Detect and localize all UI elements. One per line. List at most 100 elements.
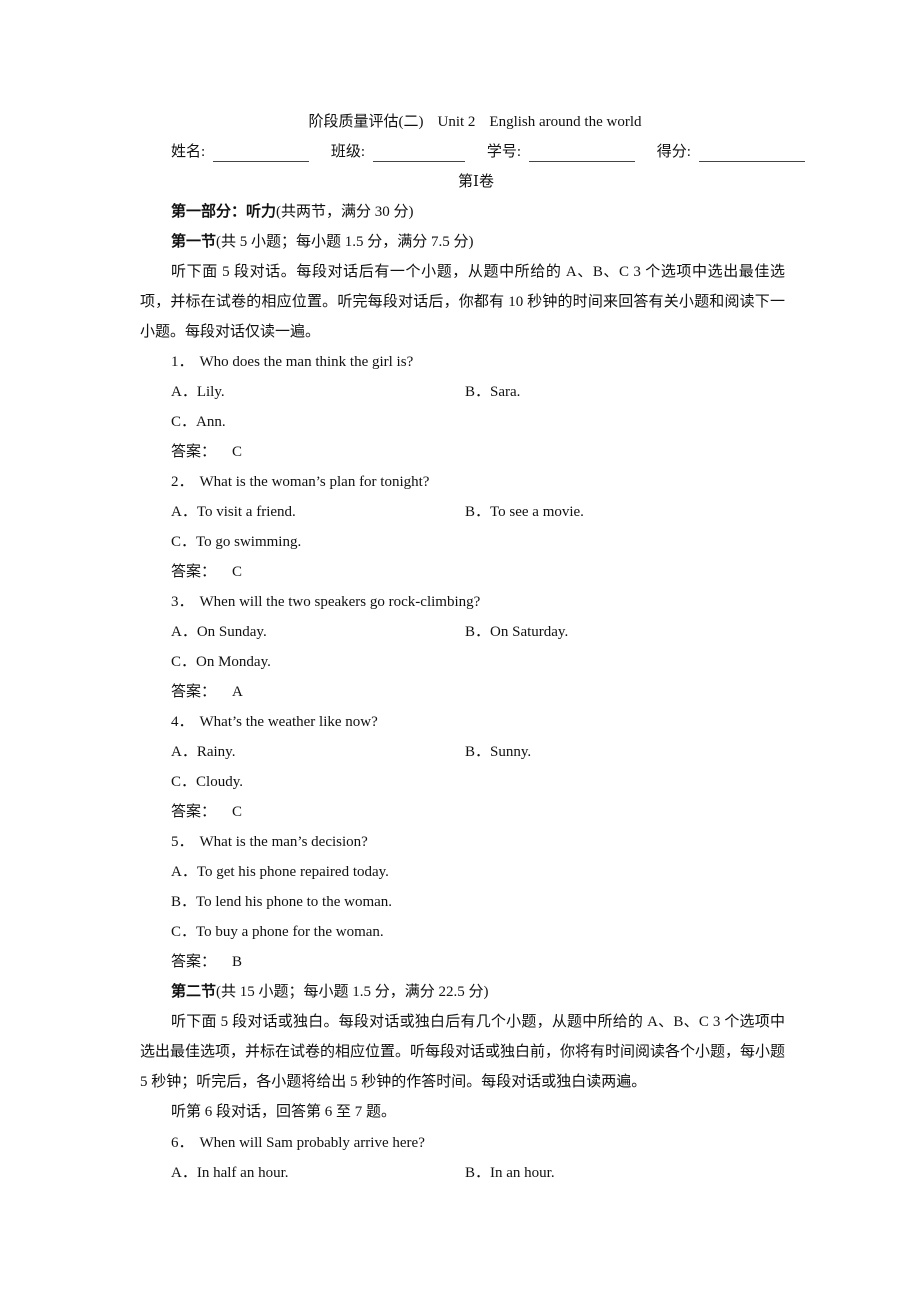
answer-label: 答案：: [171, 444, 217, 460]
question-text: When will Sam probably arrive here?: [199, 1135, 425, 1151]
answer-label: 答案：: [171, 684, 217, 700]
answer-label: 答案：: [171, 564, 217, 580]
question-1-option-a[interactable]: A．Lily.: [171, 382, 225, 402]
question-4-option-b[interactable]: B．Sunny.: [465, 742, 531, 762]
option-letter: C．: [171, 534, 197, 550]
question-2-option-c[interactable]: C．To go swimming.: [171, 532, 301, 552]
question-text: What’s the weather like now?: [199, 714, 378, 730]
answer-label: 答案：: [171, 804, 217, 820]
option-letter: A．: [171, 624, 197, 640]
option-letter: C．: [171, 774, 197, 790]
question-number: 1．: [171, 354, 194, 370]
score-blank[interactable]: [698, 147, 805, 162]
option-letter: C．: [171, 924, 197, 940]
question-number: 4．: [171, 714, 194, 730]
title-chinese: 阶段质量评估(二): [308, 114, 424, 130]
question-text: Who does the man think the girl is?: [199, 354, 414, 370]
question-4-answer: 答案： C: [171, 802, 242, 822]
option-letter: B．: [465, 384, 491, 400]
option-text: To visit a friend.: [196, 504, 296, 520]
option-letter: A．: [171, 384, 197, 400]
answer-value: C: [232, 804, 243, 820]
name-field: 姓名:: [171, 142, 313, 162]
option-text: To see a movie.: [490, 504, 584, 520]
answer-value: B: [232, 954, 243, 970]
part1-heading-bold: 第一部分：听力: [171, 204, 277, 220]
question-5-option-b[interactable]: B．To lend his phone to the woman.: [171, 892, 392, 912]
question-1-option-c[interactable]: C．Ann.: [171, 412, 226, 432]
option-text: To lend his phone to the woman.: [196, 894, 393, 910]
option-text: Rainy.: [196, 744, 236, 760]
option-text: Cloudy.: [196, 774, 243, 790]
option-text: Sara.: [490, 384, 521, 400]
score-label: 得分:: [656, 144, 691, 160]
question-3-option-c[interactable]: C．On Monday.: [171, 652, 271, 672]
question-3-option-b[interactable]: B．On Saturday.: [465, 622, 568, 642]
section1-heading-rest: (共 5 小题；每小题 1.5 分，满分 7.5 分): [216, 234, 474, 250]
question-2-option-a[interactable]: A．To visit a friend.: [171, 502, 296, 522]
option-text: In an hour.: [490, 1165, 555, 1181]
option-text: On Monday.: [196, 654, 271, 670]
answer-value: C: [232, 444, 243, 460]
part1-heading-rest: (共两节，满分 30 分): [276, 204, 414, 220]
option-letter: A．: [171, 744, 197, 760]
question-3: 3． When will the two speakers go rock-cli…: [171, 592, 480, 612]
question-text: What is the woman’s plan for tonight?: [199, 474, 430, 490]
question-4-option-c[interactable]: C．Cloudy.: [171, 772, 243, 792]
section1-heading: 第一节(共 5 小题；每小题 1.5 分，满分 7.5 分): [171, 232, 474, 252]
option-letter: A．: [171, 864, 197, 880]
answer-value: C: [232, 564, 243, 580]
class-label: 班级:: [330, 144, 366, 160]
question-3-answer: 答案： A: [171, 682, 243, 702]
option-text: To get his phone repaired today.: [196, 864, 389, 880]
answer-label: 答案：: [171, 954, 217, 970]
question-number: 2．: [171, 474, 194, 490]
option-letter: C．: [171, 414, 197, 430]
section2-instructions: 听下面 5 段对话或独白。每段对话或独白后有几个小题，从题中所给的 A、B、C …: [140, 1014, 786, 1090]
question-2-option-b[interactable]: B．To see a movie.: [465, 502, 584, 522]
option-text: Ann.: [196, 414, 226, 430]
option-letter: B．: [465, 504, 491, 520]
page-title: 阶段质量评估(二) Unit 2 English around the world: [0, 112, 920, 132]
option-text: On Sunday.: [196, 624, 267, 640]
option-letter: A．: [171, 504, 197, 520]
student-number-blank[interactable]: [529, 147, 636, 162]
section2-heading-rest: (共 15 小题；每小题 1.5 分，满分 22.5 分): [216, 984, 489, 1000]
question-2: 2． What is the woman’s plan for tonight?: [171, 472, 429, 492]
option-text: Lily.: [196, 384, 225, 400]
option-letter: A．: [171, 1165, 197, 1181]
question-number: 3．: [171, 594, 194, 610]
option-text: Sunny.: [490, 744, 532, 760]
question-4: 4． What’s the weather like now?: [171, 712, 378, 732]
option-letter: B．: [465, 624, 491, 640]
part1-heading: 第一部分：听力(共两节，满分 30 分): [171, 202, 414, 222]
option-letter: B．: [171, 894, 197, 910]
question-1-answer: 答案： C: [171, 442, 242, 462]
answer-value: A: [232, 684, 243, 700]
question-1: 1． Who does the man think the girl is?: [171, 352, 413, 372]
student-number-label: 学号:: [486, 144, 522, 160]
question-6-option-b[interactable]: B．In an hour.: [465, 1163, 555, 1183]
title-unit: Unit 2: [437, 114, 476, 130]
option-text: To go swimming.: [196, 534, 302, 550]
question-1-option-b[interactable]: B．Sara.: [465, 382, 520, 402]
option-letter: B．: [465, 1165, 491, 1181]
question-5-option-c[interactable]: C．To buy a phone for the woman.: [171, 922, 384, 942]
question-number: 6．: [171, 1135, 194, 1151]
section2-heading: 第二节(共 15 小题；每小题 1.5 分，满分 22.5 分): [171, 982, 489, 1002]
question-2-answer: 答案： C: [171, 562, 242, 582]
option-text: To buy a phone for the woman.: [196, 924, 384, 940]
question-4-option-a[interactable]: A．Rainy.: [171, 742, 235, 762]
option-text: On Saturday.: [490, 624, 569, 640]
option-letter: C．: [171, 654, 197, 670]
class-blank[interactable]: [373, 147, 466, 162]
title-english: English around the world: [489, 114, 642, 130]
name-blank[interactable]: [213, 147, 310, 162]
question-text: What is the man’s decision?: [199, 834, 368, 850]
question-5-option-a[interactable]: A．To get his phone repaired today.: [171, 862, 389, 882]
option-text: In half an hour.: [196, 1165, 289, 1181]
question-6-option-a[interactable]: A．In half an hour.: [171, 1163, 288, 1183]
question-3-option-a[interactable]: A．On Sunday.: [171, 622, 267, 642]
class-field: 班级:: [331, 142, 469, 162]
name-label: 姓名:: [171, 144, 206, 160]
